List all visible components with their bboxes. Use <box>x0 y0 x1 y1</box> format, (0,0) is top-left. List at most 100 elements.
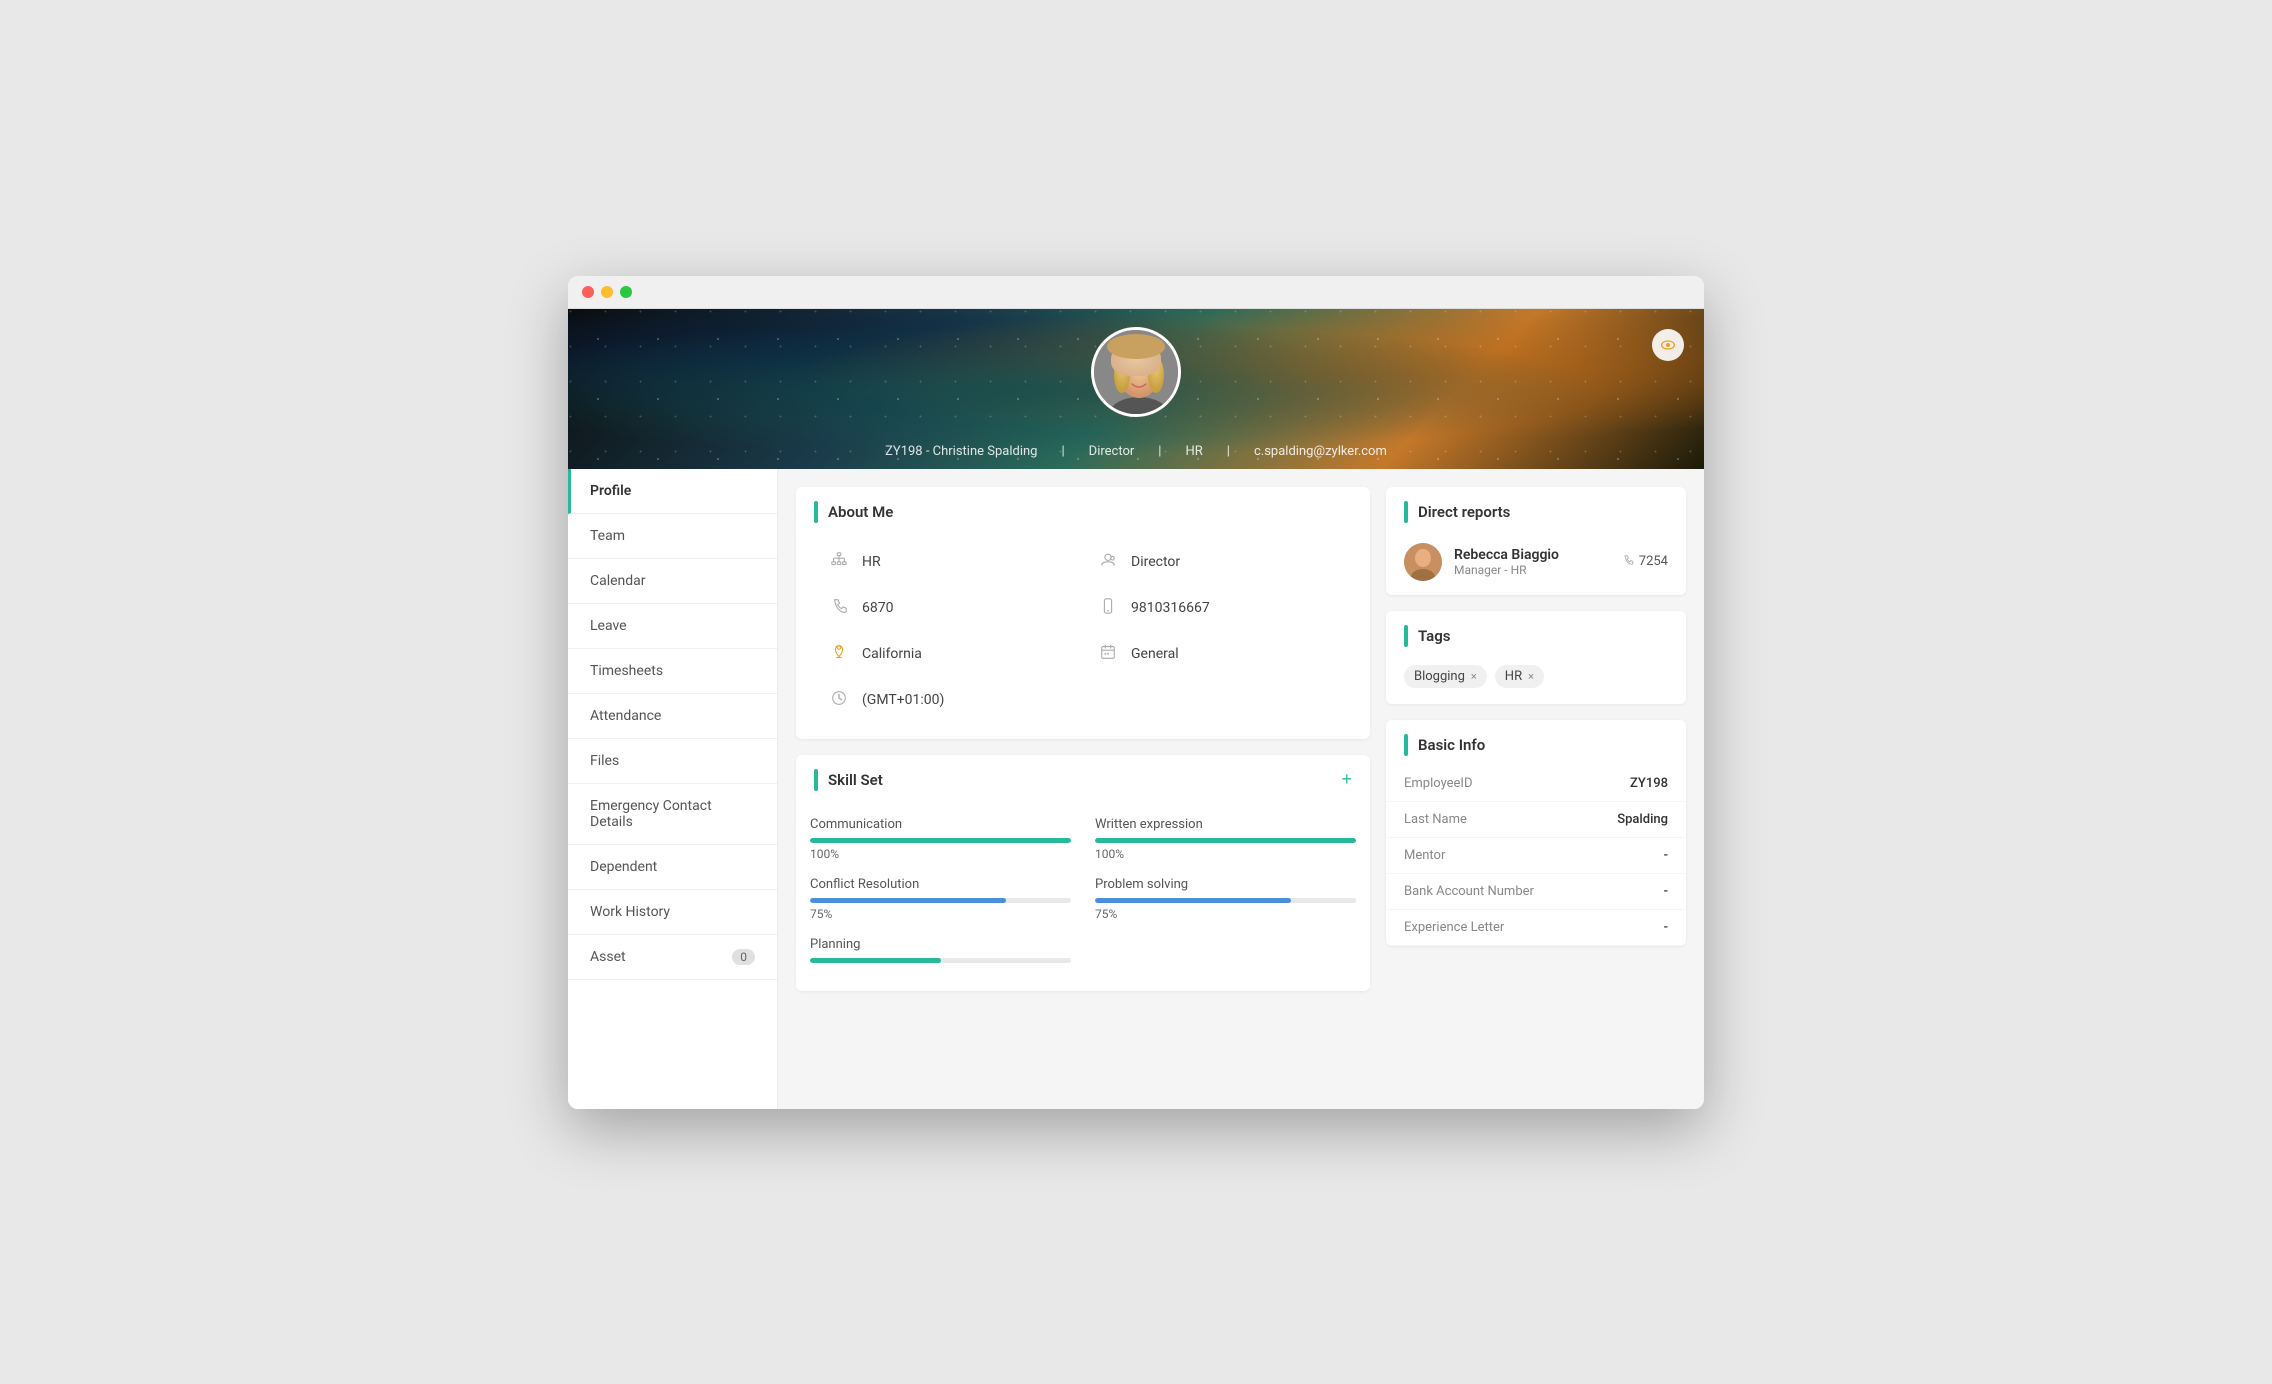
phone-icon <box>828 597 850 619</box>
sidebar-label-leave: Leave <box>590 618 627 634</box>
sidebar-item-calendar[interactable]: Calendar <box>568 559 777 604</box>
remove-blogging-tag[interactable]: × <box>1471 670 1477 683</box>
basic-info-value-bank: - <box>1664 884 1668 899</box>
skill-bar-fill-problem <box>1095 898 1291 903</box>
report-name: Rebecca Biaggio <box>1454 547 1610 563</box>
sidebar: Profile Team Calendar Leave Timesheets A… <box>568 469 778 1109</box>
skill-bar-fill-written <box>1095 838 1356 843</box>
skill-communication: Communication 100% <box>810 809 1071 869</box>
about-me-header: About Me <box>796 487 1370 533</box>
visibility-button[interactable] <box>1652 329 1684 361</box>
org-icon <box>828 551 850 573</box>
sidebar-item-profile[interactable]: Profile <box>568 469 777 514</box>
sidebar-label-calendar: Calendar <box>590 573 646 589</box>
sidebar-label-team: Team <box>590 528 625 544</box>
eye-icon <box>1660 337 1676 353</box>
hero-banner: ZY198 - Christine Spalding | Director | … <box>568 309 1704 469</box>
card-accent-basic <box>1404 734 1408 756</box>
about-department-value: HR <box>862 554 881 570</box>
report-info: Rebecca Biaggio Manager - HR <box>1454 547 1610 577</box>
basic-info-header: Basic Info <box>1386 720 1686 766</box>
skill-pct-conflict: 75% <box>810 907 1071 921</box>
sidebar-item-timesheets[interactable]: Timesheets <box>568 649 777 694</box>
app-window: ZY198 - Christine Spalding | Director | … <box>568 276 1704 1109</box>
tag-blogging-label: Blogging <box>1414 669 1465 684</box>
skill-conflict-resolution: Conflict Resolution 75% <box>810 869 1071 929</box>
remove-hr-tag[interactable]: × <box>1528 670 1534 683</box>
direct-reports-card: Direct reports Rebecca Biaggio <box>1386 487 1686 595</box>
sidebar-item-attendance[interactable]: Attendance <box>568 694 777 739</box>
sidebar-label-work-history: Work History <box>590 904 670 920</box>
report-avatar <box>1404 543 1442 581</box>
location-icon <box>828 643 850 665</box>
add-skill-button[interactable]: + <box>1341 769 1352 790</box>
basic-info-card: Basic Info EmployeeID ZY198 Last Name Sp… <box>1386 720 1686 946</box>
basic-info-label-experience: Experience Letter <box>1404 920 1504 935</box>
card-accent-tags <box>1404 625 1408 647</box>
tags-container: Blogging × HR × <box>1386 657 1686 704</box>
maximize-btn[interactable] <box>620 286 632 298</box>
sidebar-label-files: Files <box>590 753 619 769</box>
report-phone-container: 7254 <box>1622 554 1668 569</box>
sidebar-label-attendance: Attendance <box>590 708 661 724</box>
skill-name-conflict: Conflict Resolution <box>810 877 1071 892</box>
skill-bar-bg-problem <box>1095 898 1356 903</box>
about-location-value: California <box>862 646 922 662</box>
about-item-location: California <box>814 631 1083 677</box>
basic-info-label-bank: Bank Account Number <box>1404 884 1534 899</box>
skill-bar-fill-planning <box>810 958 941 963</box>
sidebar-item-leave[interactable]: Leave <box>568 604 777 649</box>
sidebar-item-work-history[interactable]: Work History <box>568 890 777 935</box>
skill-set-header: Skill Set + <box>796 755 1370 801</box>
hero-title: Director <box>1089 444 1135 459</box>
sidebar-item-files[interactable]: Files <box>568 739 777 784</box>
basic-info-row-experience: Experience Letter - <box>1386 910 1686 946</box>
basic-info-title: Basic Info <box>1418 736 1485 754</box>
sidebar-label-timesheets: Timesheets <box>590 663 663 679</box>
sidebar-label-asset: Asset <box>590 949 626 965</box>
card-accent-reports <box>1404 501 1408 523</box>
hero-department: HR <box>1185 444 1202 459</box>
basic-info-rows: EmployeeID ZY198 Last Name Spalding Ment… <box>1386 766 1686 946</box>
basic-info-row-employeeid: EmployeeID ZY198 <box>1386 766 1686 802</box>
sidebar-label-emergency: Emergency Contact Details <box>590 798 755 830</box>
tag-hr: HR × <box>1495 665 1544 688</box>
content-area: About Me <box>778 469 1704 1109</box>
basic-info-row-mentor: Mentor - <box>1386 838 1686 874</box>
sidebar-item-dependent[interactable]: Dependent <box>568 845 777 890</box>
basic-info-label-lastname: Last Name <box>1404 812 1467 827</box>
skill-planning: Planning <box>810 929 1071 975</box>
skill-bar-bg-written <box>1095 838 1356 843</box>
about-mobile-value: 9810316667 <box>1131 600 1210 616</box>
phone-small-icon <box>1622 554 1634 569</box>
sidebar-item-emergency[interactable]: Emergency Contact Details <box>568 784 777 845</box>
basic-info-label-mentor: Mentor <box>1404 848 1445 863</box>
hero-info: ZY198 - Christine Spalding | Director | … <box>885 444 1387 459</box>
tag-hr-label: HR <box>1505 669 1522 684</box>
sidebar-label-dependent: Dependent <box>590 859 657 875</box>
direct-report-item: Rebecca Biaggio Manager - HR 7254 <box>1386 533 1686 595</box>
content-right: Direct reports Rebecca Biaggio <box>1386 487 1686 1091</box>
skill-name-written: Written expression <box>1095 817 1356 832</box>
minimize-btn[interactable] <box>601 286 613 298</box>
main-layout: Profile Team Calendar Leave Timesheets A… <box>568 469 1704 1109</box>
direct-reports-header: Direct reports <box>1386 487 1686 533</box>
skill-bar-bg-conflict <box>810 898 1071 903</box>
close-btn[interactable] <box>582 286 594 298</box>
skill-bar-bg-communication <box>810 838 1071 843</box>
hero-employee-id-name: ZY198 - Christine Spalding <box>885 444 1037 459</box>
basic-info-value-mentor: - <box>1664 848 1668 863</box>
about-me-title: About Me <box>828 503 893 521</box>
about-phone-value: 6870 <box>862 600 893 616</box>
about-timezone-value: (GMT+01:00) <box>862 692 944 708</box>
about-item-mobile: 9810316667 <box>1083 585 1352 631</box>
sidebar-item-team[interactable]: Team <box>568 514 777 559</box>
skill-problem-solving: Problem solving 75% <box>1095 869 1356 929</box>
about-item-role: Director <box>1083 539 1352 585</box>
about-item-schedule: General <box>1083 631 1352 677</box>
about-item-phone: 6870 <box>814 585 1083 631</box>
tags-header: Tags <box>1386 611 1686 657</box>
hero-email: c.spalding@zylker.com <box>1254 444 1387 459</box>
sidebar-item-asset[interactable]: Asset 0 <box>568 935 777 980</box>
skill-written-expression: Written expression 100% <box>1095 809 1356 869</box>
